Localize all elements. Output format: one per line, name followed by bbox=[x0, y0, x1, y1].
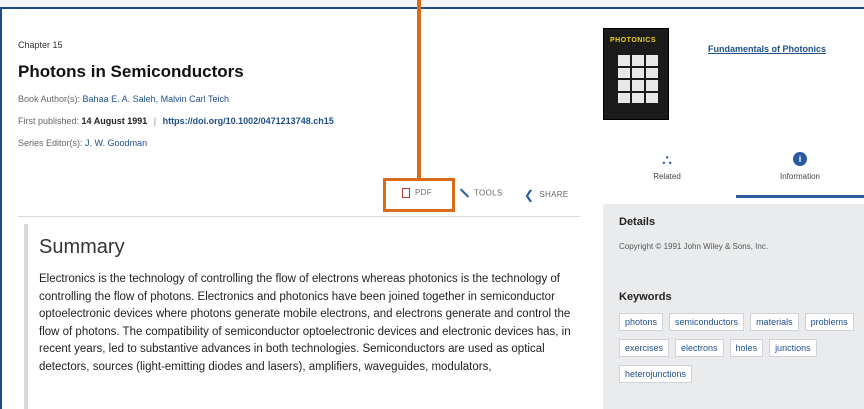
keyword-chip[interactable]: electrons bbox=[675, 339, 724, 357]
sidebar: PHOTONICS Fundamentals of Photonics Rela… bbox=[600, 28, 864, 409]
keyword-chip[interactable]: problems bbox=[804, 313, 854, 331]
keyword-chip[interactable]: holes bbox=[729, 339, 764, 357]
pdf-button[interactable]: PDF bbox=[402, 188, 432, 198]
keyword-chip[interactable]: materials bbox=[750, 313, 799, 331]
share-icon: ❮ bbox=[524, 188, 535, 202]
tab-related[interactable]: Related bbox=[603, 144, 731, 198]
summary-section: Summary Electronics is the technology of… bbox=[24, 224, 580, 409]
sidebar-tabs: Related i Information bbox=[603, 144, 864, 198]
published-line: First published: 14 August 1991 | https:… bbox=[18, 116, 580, 126]
copyright-text: Copyright © 1991 John Wiley & Sons, Inc. bbox=[619, 242, 769, 251]
book-cover[interactable]: PHOTONICS bbox=[603, 28, 669, 120]
info-icon: i bbox=[793, 152, 807, 166]
related-icon bbox=[660, 152, 674, 166]
author-link-teich[interactable]: Malvin Carl Teich bbox=[161, 94, 229, 104]
authors-line: Book Author(s): Bahaa E. A. Saleh, Malvi… bbox=[18, 94, 580, 104]
book-cover-art bbox=[618, 55, 658, 103]
keywords-heading: Keywords bbox=[619, 291, 672, 303]
tools-label: TOOLS bbox=[474, 188, 503, 198]
keyword-chip[interactable]: photons bbox=[619, 313, 664, 331]
information-panel: Details Copyright © 1991 John Wiley & So… bbox=[603, 204, 864, 409]
book-cover-title: PHOTONICS bbox=[610, 37, 656, 44]
series-label: Series Editor(s): bbox=[18, 138, 83, 148]
authors-label: Book Author(s): bbox=[18, 94, 81, 104]
published-date: 14 August 1991 bbox=[81, 116, 148, 126]
tab-information-label: Information bbox=[779, 172, 821, 181]
tools-button[interactable]: TOOLS bbox=[458, 188, 502, 199]
published-label: First published: bbox=[18, 116, 80, 126]
doi-link[interactable]: https://doi.org/10.1002/0471213748.ch15 bbox=[163, 116, 334, 126]
pdf-icon bbox=[402, 188, 410, 198]
summary-text: Electronics is the technology of control… bbox=[39, 273, 571, 373]
keyword-chip[interactable]: junctions bbox=[769, 339, 817, 357]
page-top-frame bbox=[0, 0, 864, 9]
chapter-title: Photons in Semiconductors bbox=[18, 62, 244, 81]
chapter-label: Chapter 15 bbox=[18, 40, 63, 50]
tab-information[interactable]: i Information bbox=[736, 144, 864, 198]
chapter-header: Chapter 15 Photons in Semiconductors Boo… bbox=[18, 40, 580, 148]
summary-heading: Summary bbox=[39, 236, 125, 258]
keyword-chip[interactable]: exercises bbox=[619, 339, 670, 357]
author-link-saleh[interactable]: Bahaa E. A. Saleh, bbox=[83, 94, 159, 104]
keyword-list: photons semiconductors materials problem… bbox=[619, 313, 859, 383]
header-divider bbox=[18, 216, 580, 217]
page-left-frame bbox=[0, 9, 2, 409]
series-editor-link[interactable]: J. W. Goodman bbox=[85, 138, 147, 148]
series-line: Series Editor(s): J. W. Goodman bbox=[18, 138, 580, 148]
book-title-link[interactable]: Fundamentals of Photonics bbox=[708, 44, 826, 54]
details-heading: Details bbox=[619, 216, 656, 228]
wrench-icon bbox=[458, 188, 469, 199]
keyword-chip[interactable]: semiconductors bbox=[669, 313, 745, 331]
tab-related-label: Related bbox=[653, 172, 681, 181]
meta-separator: | bbox=[153, 116, 157, 126]
share-button[interactable]: ❮ SHARE bbox=[524, 188, 568, 202]
pdf-label: PDF bbox=[415, 188, 432, 198]
article-actions: PDF TOOLS ❮ SHARE bbox=[378, 178, 580, 212]
keyword-chip[interactable]: heterojunctions bbox=[619, 365, 693, 383]
share-label: SHARE bbox=[539, 190, 569, 200]
